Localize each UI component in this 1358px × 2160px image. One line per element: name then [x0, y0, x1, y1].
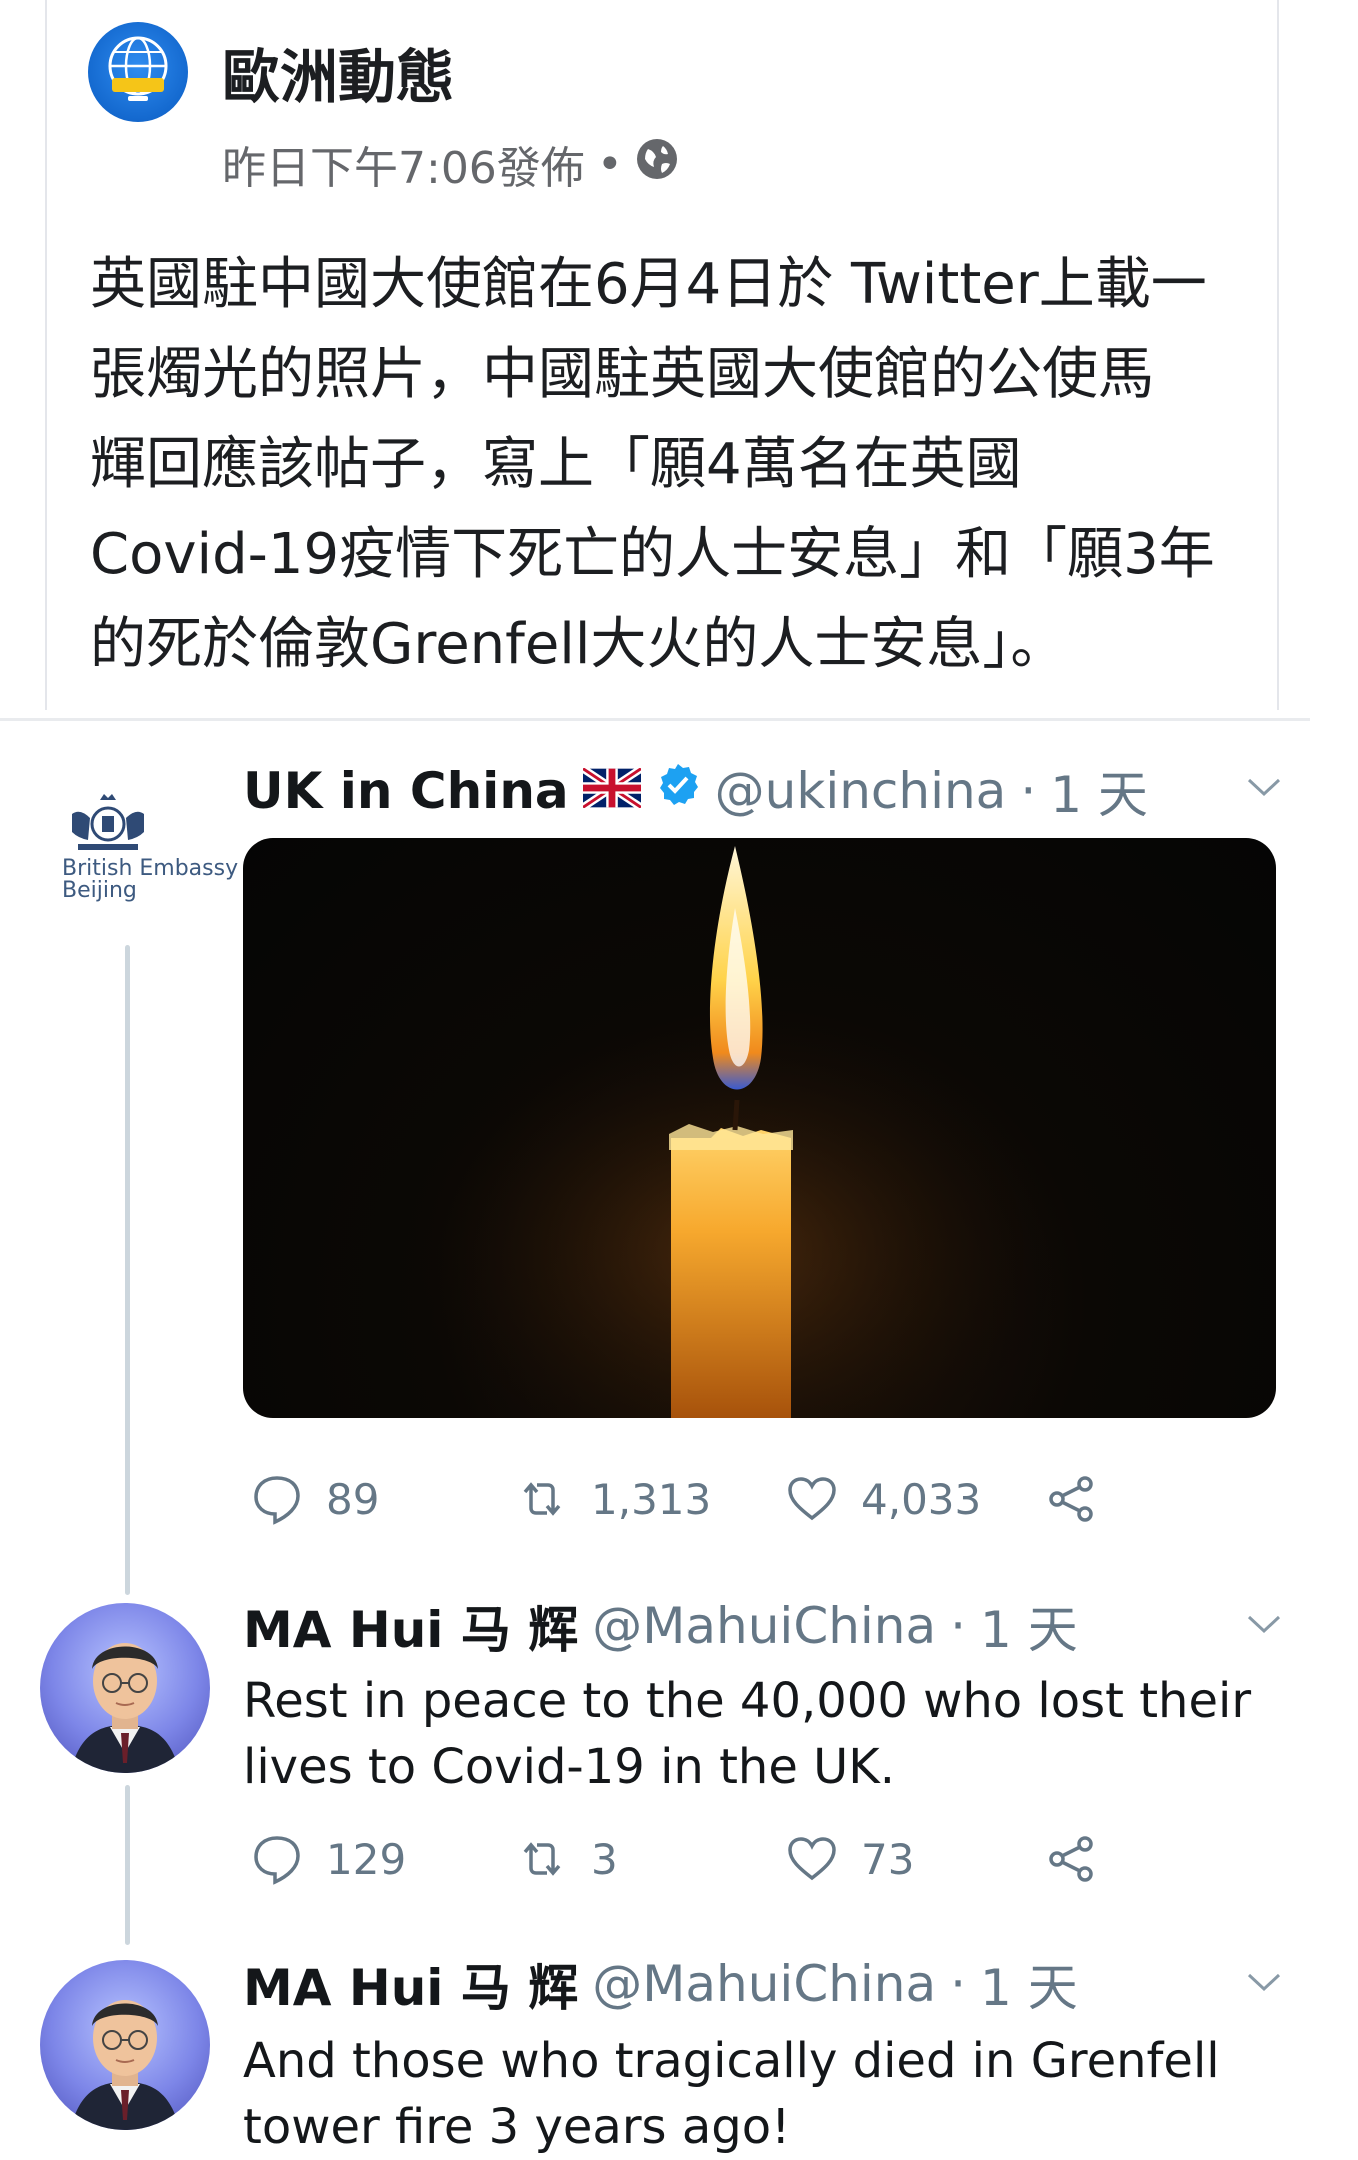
tweet-header: UK in China @ukinchina · 1 天	[243, 755, 1148, 827]
tweet-text-line: Rest in peace to the 40,000 who lost the…	[243, 1673, 1252, 1729]
avatar-text-line: British Embassy	[62, 856, 239, 881]
reply-icon	[254, 1836, 300, 1885]
divider	[0, 718, 1310, 721]
meta-separator: ·	[950, 1597, 967, 1655]
share-button[interactable]	[1045, 1472, 1099, 1526]
tweet-author-name[interactable]: MA Hui 马 辉	[243, 1590, 578, 1662]
post-timestamp[interactable]: 昨日下午7:06發佈	[222, 132, 585, 196]
share-button[interactable]	[1045, 1832, 1099, 1886]
chevron-down-icon[interactable]	[1245, 768, 1283, 810]
tweet-author-name[interactable]: MA Hui 马 辉	[243, 1948, 578, 2020]
post-body-line: Covid-19疫情下死亡的人士安息」和「願3年	[90, 522, 1215, 587]
like-button[interactable]: 73	[785, 1832, 1045, 1886]
retweet-button[interactable]: 3	[515, 1832, 785, 1886]
post-body-line: 張燭光的照片，中國駐英國大使館的公使馬	[90, 342, 1154, 407]
tweet-author-name[interactable]: UK in China	[243, 762, 569, 820]
post-body-line: 輝回應該帖子，寫上「願4萬名在英國	[90, 432, 1022, 497]
thread-line	[125, 1785, 130, 1945]
tweet-actions: 89 1,313 4,033	[250, 1472, 1150, 1526]
reply-button[interactable]: 89	[250, 1472, 515, 1526]
like-icon	[788, 1837, 836, 1881]
post-body-line: 英國駐中國大使館在6月4日於 Twitter上載一	[90, 252, 1207, 317]
tweet-actions: 129 3 73	[250, 1832, 1150, 1886]
meta-separator: ·	[1020, 762, 1037, 820]
tweet-text-line: And those who tragically died in Grenfel…	[243, 2033, 1220, 2089]
tweet-text-line: tower fire 3 years ago!	[243, 2099, 791, 2155]
post-body: 英國駐中國大使館在6月4日於 Twitter上載一 張燭光的照片，中國駐英國大使…	[90, 240, 1240, 690]
uk-flag-icon	[580, 762, 643, 820]
reply-button[interactable]: 129	[250, 1832, 515, 1886]
chevron-down-icon[interactable]	[1245, 1963, 1283, 2005]
chevron-down-icon[interactable]	[1245, 1605, 1283, 1647]
tweet-handle[interactable]: @MahuiChina	[592, 1597, 936, 1655]
reply-icon	[254, 1476, 300, 1525]
tweet-time[interactable]: 1 天	[980, 1948, 1078, 2020]
like-button[interactable]: 4,033	[785, 1472, 1045, 1526]
verified-badge-icon	[655, 762, 701, 820]
like-count: 73	[861, 1834, 915, 1884]
tweet-time[interactable]: 1 天	[980, 1590, 1078, 1662]
like-count: 4,033	[861, 1474, 982, 1524]
avatar-text-line: Beijing	[62, 878, 137, 903]
post-meta: 昨日下午7:06發佈 •	[222, 132, 679, 196]
user-avatar[interactable]	[40, 1603, 210, 1773]
retweet-icon	[523, 1482, 561, 1516]
meta-separator: ·	[950, 1955, 967, 2013]
like-icon	[788, 1477, 836, 1521]
retweet-count: 1,313	[591, 1474, 712, 1524]
tweet-handle[interactable]: @MahuiChina	[592, 1955, 936, 2013]
meta-separator: •	[596, 138, 623, 190]
retweet-count: 3	[591, 1834, 618, 1884]
embassy-avatar-text: British Embassy Beijing	[62, 858, 238, 902]
reply-count: 89	[326, 1474, 380, 1524]
thread-line	[125, 945, 130, 1595]
tweet-header: MA Hui 马 辉 @MahuiChina · 1 天	[243, 1590, 1078, 1662]
share-icon	[1049, 1476, 1093, 1522]
tweet-text-line: lives to Covid-19 in the UK.	[243, 1739, 895, 1795]
tweet-time[interactable]: 1 天	[1050, 755, 1148, 827]
tweet-text: And those who tragically died in Grenfel…	[243, 2028, 1220, 2160]
globe-icon	[635, 137, 679, 192]
candle-image[interactable]	[243, 838, 1276, 1418]
tweet-text: Rest in peace to the 40,000 who lost the…	[243, 1668, 1251, 1800]
tweet-header: MA Hui 马 辉 @MahuiChina · 1 天	[243, 1948, 1078, 2020]
user-avatar[interactable]	[40, 1960, 210, 2130]
share-icon	[1049, 1836, 1093, 1882]
page-name[interactable]: 歐洲動態	[222, 30, 454, 114]
page-avatar[interactable]	[88, 22, 188, 122]
reply-count: 129	[326, 1834, 407, 1884]
tweet-handle[interactable]: @ukinchina	[715, 762, 1007, 820]
post-body-line: 的死於倫敦Grenfell大火的人士安息」。	[90, 612, 1067, 677]
retweet-button[interactable]: 1,313	[515, 1472, 785, 1526]
retweet-icon	[523, 1842, 561, 1876]
